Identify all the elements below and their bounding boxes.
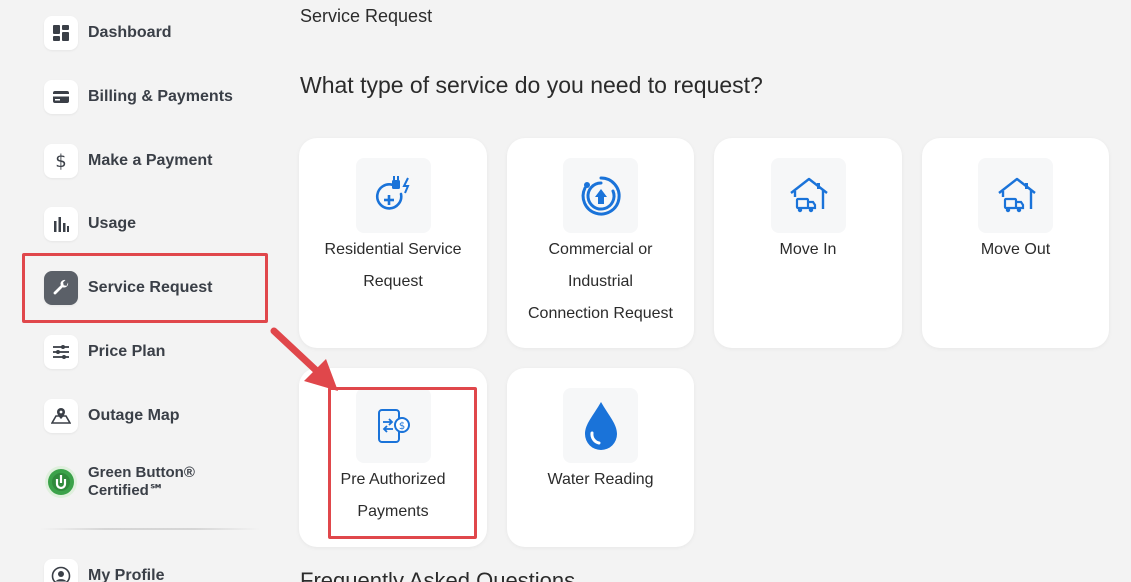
faq-section-heading: Frequently Asked Questions — [300, 568, 576, 582]
annotation-arrow — [270, 327, 338, 391]
